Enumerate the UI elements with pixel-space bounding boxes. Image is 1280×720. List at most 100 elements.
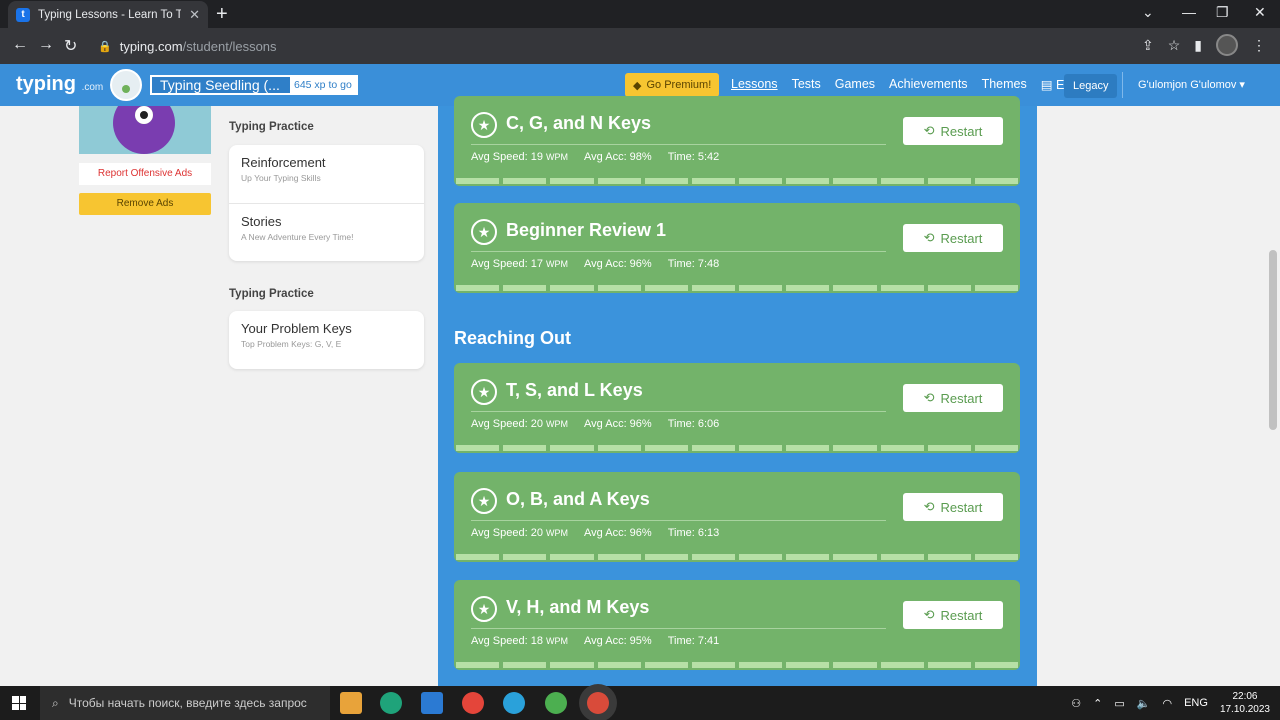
header-divider bbox=[1122, 72, 1123, 98]
nav-themes[interactable]: Themes bbox=[982, 77, 1027, 92]
lessons-panel: ★ C, G, and N Keys Avg Speed: 19 WPM Avg… bbox=[438, 96, 1037, 686]
lesson-stats: Avg Speed: 20 WPM Avg Acc: 96% Time: 6:1… bbox=[471, 527, 720, 539]
star-icon: ★ bbox=[471, 219, 497, 245]
history-icon: ⟲ bbox=[923, 607, 935, 622]
legacy-button[interactable]: Legacy bbox=[1064, 74, 1118, 98]
user-menu[interactable]: G'ulomjon G'ulomov ▾ bbox=[1138, 78, 1245, 91]
main-nav: Lessons Tests Games Achievements Themes … bbox=[731, 77, 1073, 92]
vscode-icon[interactable] bbox=[421, 692, 443, 714]
battery-icon[interactable]: ▭ bbox=[1114, 697, 1124, 710]
clock[interactable]: 22:06 17.10.2023 bbox=[1220, 690, 1270, 716]
lesson-group-title: Reaching Out bbox=[454, 328, 572, 348]
reload-icon[interactable]: ↻ bbox=[64, 36, 77, 56]
tab-search-icon[interactable]: ⌄ bbox=[1142, 4, 1154, 21]
wifi-icon[interactable]: ◠ bbox=[1162, 697, 1172, 710]
typing-logo[interactable]: typing .com bbox=[16, 73, 103, 96]
lesson-stats: Avg Speed: 19 WPM Avg Acc: 98% Time: 5:4… bbox=[471, 151, 720, 163]
problem-keys-card: Your Problem Keys Top Problem Keys: G, V… bbox=[229, 311, 424, 369]
seedling-avatar-icon[interactable] bbox=[110, 69, 142, 101]
lesson-card[interactable]: ★ Beginner Review 1 Avg Speed: 17 WPM Av… bbox=[454, 203, 1020, 293]
back-icon[interactable]: ← bbox=[12, 36, 28, 54]
typing-favicon-icon: t bbox=[16, 7, 30, 22]
nav-tests[interactable]: Tests bbox=[792, 77, 821, 92]
go-premium-button[interactable]: ◆ Go Premium! bbox=[625, 73, 720, 97]
share-icon[interactable]: ⇪ bbox=[1142, 37, 1154, 54]
forward-icon[interactable]: → bbox=[38, 36, 54, 54]
caret-down-icon: ▾ bbox=[1239, 79, 1245, 91]
new-tab-button[interactable]: + bbox=[216, 4, 228, 24]
lesson-card[interactable]: ★ V, H, and M Keys Avg Speed: 18 WPM Avg… bbox=[454, 580, 1020, 670]
practice-item-problem-keys[interactable]: Your Problem Keys Top Problem Keys: G, V… bbox=[229, 311, 424, 369]
sidepanel-icon[interactable]: ▮ bbox=[1194, 37, 1202, 54]
browser-tab[interactable]: t Typing Lessons - Learn To Type / ✕ bbox=[8, 1, 208, 28]
practice-item-reinforcement[interactable]: Reinforcement Up Your Typing Skills bbox=[229, 145, 424, 203]
diamond-icon: ◆ bbox=[633, 79, 642, 92]
browser-menu-icon[interactable]: ⋮ bbox=[1252, 37, 1266, 54]
url-domain: typing.com bbox=[119, 39, 183, 54]
lesson-progress-bars bbox=[454, 445, 1020, 451]
practice-card: Reinforcement Up Your Typing Skills Stor… bbox=[229, 145, 424, 261]
input-language[interactable]: ENG bbox=[1184, 697, 1208, 709]
volume-icon[interactable]: 🔈 bbox=[1137, 697, 1151, 710]
tray-expand-icon[interactable]: ⌃ bbox=[1093, 697, 1102, 710]
remove-ads-button[interactable]: Remove Ads bbox=[79, 193, 211, 215]
chrome-icon[interactable] bbox=[462, 692, 484, 714]
history-icon: ⟲ bbox=[923, 123, 935, 138]
lesson-divider bbox=[471, 628, 886, 629]
rank-progress[interactable]: Typing Seedling (... 645 xp to go bbox=[150, 75, 358, 95]
history-icon: ⟲ bbox=[923, 230, 935, 245]
address-bar[interactable]: 🔒 typing.com/student/lessons bbox=[98, 39, 277, 54]
windows-start-icon[interactable] bbox=[12, 696, 26, 710]
file-explorer-icon[interactable] bbox=[340, 692, 362, 714]
lesson-name: O, B, and A Keys bbox=[506, 489, 650, 509]
lesson-card[interactable]: ★ C, G, and N Keys Avg Speed: 19 WPM Avg… bbox=[454, 96, 1020, 186]
lesson-divider bbox=[471, 411, 886, 412]
taskbar-search[interactable]: ⌕ Чтобы начать поиск, введите здесь запр… bbox=[40, 686, 330, 720]
nav-achievements[interactable]: Achievements bbox=[889, 77, 968, 92]
people-icon[interactable]: ⚇ bbox=[1071, 697, 1081, 710]
lesson-stats: Avg Speed: 20 WPM Avg Acc: 96% Time: 6:0… bbox=[471, 418, 720, 430]
nav-lessons[interactable]: Lessons bbox=[731, 77, 778, 92]
ad-image[interactable] bbox=[79, 106, 211, 154]
tab-close-icon[interactable]: ✕ bbox=[189, 7, 200, 23]
windows-taskbar: ⌕ Чтобы начать поиск, введите здесь запр… bbox=[0, 686, 1280, 720]
bookmark-star-icon[interactable]: ☆ bbox=[1168, 37, 1181, 54]
telegram-icon[interactable] bbox=[503, 692, 525, 714]
restart-button[interactable]: ⟲ Restart bbox=[903, 493, 1003, 521]
report-ads-button[interactable]: Report Offensive Ads bbox=[79, 163, 211, 185]
scrollbar-thumb[interactable] bbox=[1269, 250, 1277, 430]
lesson-name: C, G, and N Keys bbox=[506, 113, 652, 133]
tab-title: Typing Lessons - Learn To Type / bbox=[38, 8, 182, 21]
lesson-card[interactable]: ★ O, B, and A Keys Avg Speed: 20 WPM Avg… bbox=[454, 472, 1020, 562]
restore-icon[interactable]: ❐ bbox=[1216, 4, 1229, 21]
star-icon: ★ bbox=[471, 112, 497, 138]
practice-section-label: Typing Practice bbox=[229, 121, 314, 133]
rank-xp: 645 xp to go bbox=[290, 77, 356, 93]
rank-name: Typing Seedling (... bbox=[160, 77, 280, 93]
edge-icon[interactable] bbox=[380, 692, 402, 714]
star-icon: ★ bbox=[471, 596, 497, 622]
nav-games[interactable]: Games bbox=[835, 77, 875, 92]
close-window-icon[interactable]: ✕ bbox=[1254, 4, 1266, 21]
restart-button[interactable]: ⟲ Restart bbox=[903, 384, 1003, 412]
lesson-stats: Avg Speed: 18 WPM Avg Acc: 95% Time: 7:4… bbox=[471, 635, 720, 647]
lesson-name: Beginner Review 1 bbox=[506, 220, 667, 240]
practice-item-stories[interactable]: Stories A New Adventure Every Time! bbox=[229, 203, 424, 261]
lesson-divider bbox=[471, 251, 886, 252]
lesson-card[interactable]: ★ T, S, and L Keys Avg Speed: 20 WPM Avg… bbox=[454, 363, 1020, 453]
browser-tabbar: t Typing Lessons - Learn To Type / ✕ + ⌄… bbox=[0, 0, 1280, 28]
chrome-active-icon[interactable] bbox=[587, 692, 609, 714]
practice-section-label-2: Typing Practice bbox=[229, 288, 314, 300]
minimize-icon[interactable]: — bbox=[1182, 4, 1196, 20]
lesson-name: V, H, and M Keys bbox=[506, 597, 650, 617]
profile-avatar[interactable] bbox=[1216, 34, 1238, 56]
restart-button[interactable]: ⟲ Restart bbox=[903, 117, 1003, 145]
lesson-stats: Avg Speed: 17 WPM Avg Acc: 96% Time: 7:4… bbox=[471, 258, 720, 270]
lesson-name: T, S, and L Keys bbox=[506, 380, 643, 400]
restart-button[interactable]: ⟲ Restart bbox=[903, 224, 1003, 252]
restart-button[interactable]: ⟲ Restart bbox=[903, 601, 1003, 629]
lesson-divider bbox=[471, 144, 886, 145]
chrome-profile-icon[interactable] bbox=[545, 692, 567, 714]
url-path: /student/lessons bbox=[182, 39, 277, 54]
page-scrollbar[interactable] bbox=[1266, 106, 1280, 686]
